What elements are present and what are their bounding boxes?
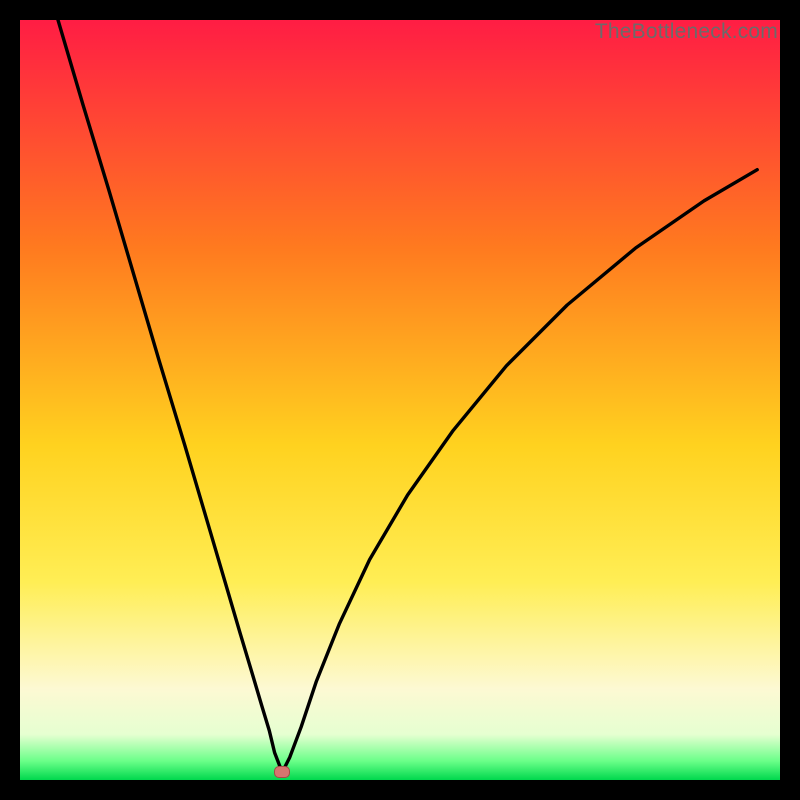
watermark-text: TheBottleneck.com — [595, 20, 778, 44]
plot-frame: TheBottleneck.com — [20, 20, 780, 780]
bottleneck-chart — [20, 20, 780, 780]
minimum-marker — [274, 766, 290, 778]
gradient-background — [20, 20, 780, 780]
